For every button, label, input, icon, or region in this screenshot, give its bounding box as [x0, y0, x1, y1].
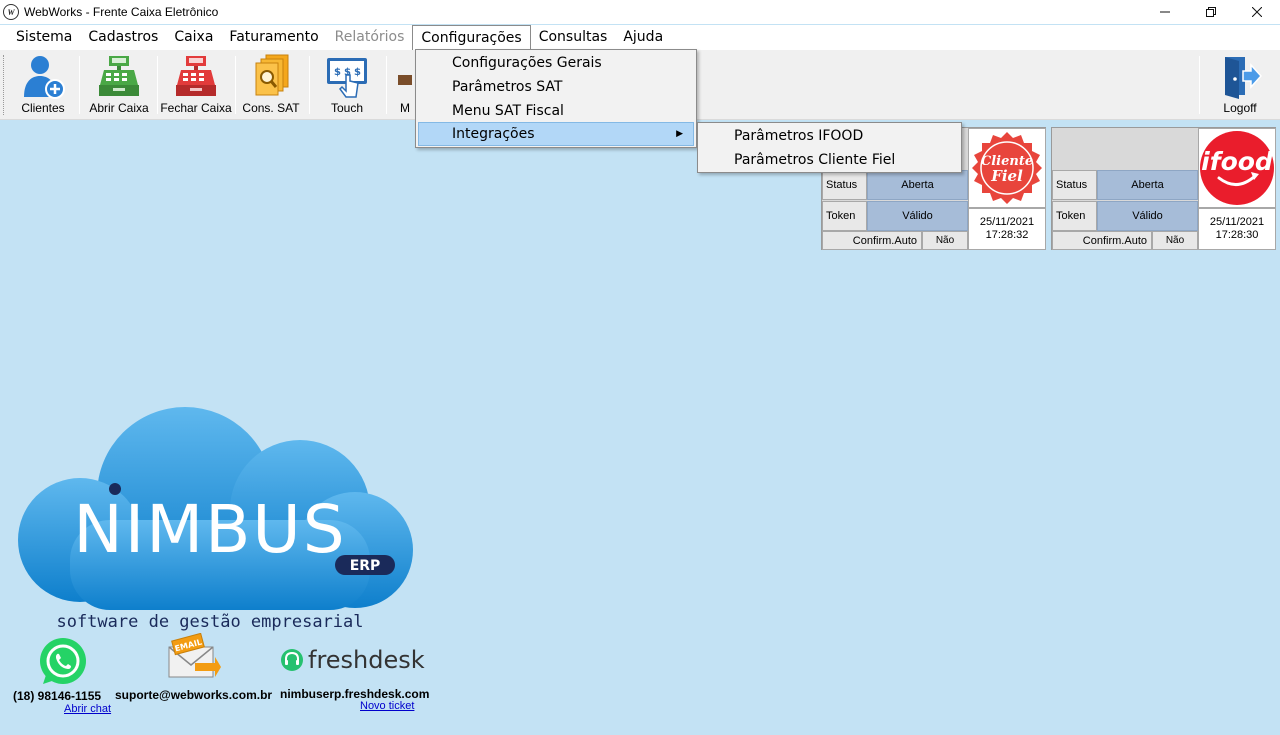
document-search-icon	[255, 54, 289, 96]
ifood-confirm-label: Confirm.Auto	[1052, 231, 1152, 250]
menu-item-parametros-ifood[interactable]: Parâmetros IFOOD	[700, 124, 959, 148]
support-email: suporte@webworks.com.br	[115, 688, 273, 702]
touch-label: Touch	[330, 101, 364, 115]
nimbus-wordmark: NIMBUS	[73, 491, 346, 568]
menu-faturamento[interactable]: Faturamento	[221, 25, 326, 50]
email-icon[interactable]: EMAIL	[165, 633, 221, 685]
ifood-date: 25/11/2021	[1209, 216, 1265, 228]
submenu-arrow-icon: ▶	[676, 129, 683, 139]
menu-caixa[interactable]: Caixa	[166, 25, 221, 50]
toolbar-separator	[1199, 56, 1200, 114]
minimize-icon	[1160, 11, 1170, 13]
window-title: WebWorks - Frente Caixa Eletrônico	[24, 5, 219, 19]
cf-status-label: Status	[822, 170, 867, 200]
toolbar-grip[interactable]	[3, 55, 6, 115]
phone-number: (18) 98146-1155	[13, 689, 102, 703]
cons-sat-button[interactable]: Cons. SAT	[240, 52, 302, 118]
cliente-fiel-logo: Cliente Fiel	[968, 128, 1046, 208]
menu-item-parametros-cliente-fiel[interactable]: Parâmetros Cliente Fiel	[700, 148, 959, 172]
cf-logo-text-2: Fiel	[990, 167, 1023, 185]
fechar-caixa-button[interactable]: Fechar Caixa	[160, 52, 232, 118]
cash-register-close-icon	[176, 56, 216, 96]
partial-toolbar-button[interactable]: M	[394, 52, 416, 118]
menu-sistema[interactable]: Sistema	[8, 25, 80, 50]
toolbar-separator	[386, 56, 387, 114]
partial-icon	[398, 75, 412, 85]
ifood-timestamp: 25/11/2021 17:28:30	[1198, 208, 1276, 250]
cf-token-value: Válido	[867, 201, 968, 231]
menu-ajuda[interactable]: Ajuda	[615, 25, 671, 50]
cf-token-label: Token	[822, 201, 867, 231]
partial-label: M	[400, 101, 410, 115]
logoff-icon	[1225, 57, 1263, 99]
logoff-button[interactable]: Logoff	[1207, 52, 1273, 118]
abrir-caixa-label: Abrir Caixa	[89, 101, 149, 115]
webworks-logo-icon: W	[3, 4, 19, 20]
cash-register-open-icon	[99, 56, 139, 96]
cf-date: 25/11/2021	[979, 216, 1035, 228]
toolbar-separator	[235, 56, 236, 114]
nimbus-dot	[109, 483, 121, 495]
whatsapp-icon[interactable]	[37, 636, 89, 688]
minimize-button[interactable]	[1142, 0, 1188, 24]
novo-ticket-link[interactable]: Novo ticket	[360, 700, 414, 712]
clientes-label: Clientes	[21, 101, 65, 115]
title-bar: W WebWorks - Frente Caixa Eletrônico	[0, 0, 1280, 24]
svg-text:$: $	[334, 67, 341, 78]
toolbar-separator	[309, 56, 310, 114]
freshdesk-logo: freshdesk	[280, 646, 425, 674]
freshdesk-wordmark: freshdesk	[308, 646, 425, 674]
abrir-chat-link[interactable]: Abrir chat	[64, 703, 111, 715]
abrir-caixa-button[interactable]: Abrir Caixa	[86, 52, 152, 118]
cf-status-value: Aberta	[867, 170, 968, 200]
cliente-fiel-badge-icon: Cliente Fiel	[972, 132, 1042, 204]
cf-timestamp: 25/11/2021 17:28:32	[968, 208, 1046, 250]
nimbus-tagline: software de gestão empresarial	[56, 612, 363, 632]
ifood-logo: ifood	[1198, 128, 1276, 208]
menu-item-integracoes[interactable]: Integrações ▶	[418, 122, 694, 146]
ifood-status-label: Status	[1052, 170, 1097, 200]
erp-badge: ERP	[350, 558, 381, 574]
menu-item-integracoes-label: Integrações	[452, 126, 535, 142]
menu-configuracoes[interactable]: Configurações	[412, 25, 531, 50]
touch-screen-icon: $ $ $	[327, 58, 367, 98]
close-button[interactable]	[1234, 0, 1280, 24]
integracoes-submenu: Parâmetros IFOOD Parâmetros Cliente Fiel	[697, 122, 962, 173]
toolbar-separator	[157, 56, 158, 114]
svg-text:$: $	[354, 67, 361, 78]
toolbar-separator	[79, 56, 80, 114]
freshdesk-url: nimbuserp.freshdesk.com	[280, 687, 430, 701]
ifood-token-label: Token	[1052, 201, 1097, 231]
freshdesk-headset-icon	[281, 649, 303, 671]
menu-item-parametros-sat[interactable]: Parâmetros SAT	[418, 75, 694, 99]
menu-relatorios: Relatórios	[334, 29, 405, 45]
touch-button[interactable]: $ $ $ Touch	[316, 52, 378, 118]
ifood-panel: Status Aberta Token Válido Confirm.Auto …	[1051, 127, 1276, 250]
logoff-label: Logoff	[1223, 101, 1257, 115]
menu-item-menu-sat-fiscal[interactable]: Menu SAT Fiscal	[418, 99, 694, 123]
restore-button[interactable]	[1188, 0, 1234, 24]
cf-confirm-value: Não	[922, 231, 968, 250]
fechar-caixa-label: Fechar Caixa	[160, 101, 232, 115]
configuracoes-dropdown: Configurações Gerais Parâmetros SAT Menu…	[415, 49, 697, 148]
close-icon	[1252, 7, 1262, 17]
ifood-token-value: Válido	[1097, 201, 1198, 231]
ifood-status-value: Aberta	[1097, 170, 1198, 200]
menu-item-configuracoes-gerais[interactable]: Configurações Gerais	[418, 51, 694, 75]
ifood-time: 17:28:30	[1215, 229, 1259, 241]
restore-icon	[1206, 7, 1216, 17]
add-client-icon	[24, 56, 65, 99]
cons-sat-label: Cons. SAT	[242, 101, 300, 115]
cf-confirm-label: Confirm.Auto	[822, 231, 922, 250]
ifood-logo-icon: ifood	[1200, 131, 1274, 205]
menu-cadastros[interactable]: Cadastros	[80, 25, 166, 50]
window-controls	[1142, 0, 1280, 24]
cf-time: 17:28:32	[985, 229, 1029, 241]
menu-consultas[interactable]: Consultas	[531, 25, 616, 50]
ifood-logo-text: ifood	[1201, 147, 1274, 176]
clientes-button[interactable]: Clientes	[12, 52, 74, 118]
menu-bar: Sistema Cadastros Caixa Faturamento Rela…	[0, 25, 1280, 50]
nimbus-erp-logo: NIMBUS ERP software de gestão empresaria…	[18, 407, 413, 632]
ifood-confirm-value: Não	[1152, 231, 1198, 250]
